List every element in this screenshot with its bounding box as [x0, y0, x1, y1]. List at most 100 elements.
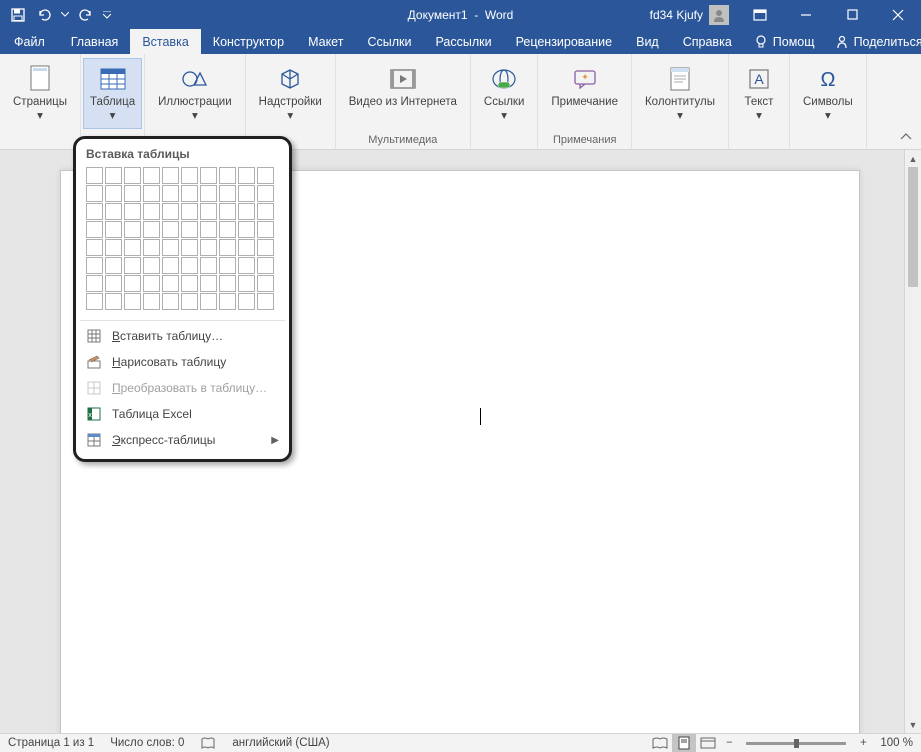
grid-cell[interactable] — [238, 167, 255, 184]
grid-cell[interactable] — [143, 293, 160, 310]
grid-cell[interactable] — [105, 203, 122, 220]
vertical-scrollbar[interactable]: ▲ ▼ — [904, 150, 921, 733]
language-status[interactable]: английский (США) — [224, 734, 337, 752]
tab-review[interactable]: Рецензирование — [504, 29, 625, 54]
grid-cell[interactable] — [86, 275, 103, 292]
tell-me[interactable]: Помощ — [744, 29, 825, 54]
grid-cell[interactable] — [238, 293, 255, 310]
tab-file[interactable]: Файл — [0, 29, 59, 54]
symbols-button[interactable]: Ω Символы▾ — [796, 58, 860, 129]
grid-cell[interactable] — [200, 203, 217, 220]
save-button[interactable] — [6, 4, 30, 26]
tab-design[interactable]: Конструктор — [201, 29, 296, 54]
scroll-up[interactable]: ▲ — [905, 150, 921, 167]
grid-cell[interactable] — [124, 275, 141, 292]
comment-button[interactable]: ✦ Примечание — [544, 58, 625, 115]
zoom-in[interactable]: + — [854, 737, 872, 749]
grid-cell[interactable] — [105, 275, 122, 292]
grid-cell[interactable] — [257, 185, 274, 202]
grid-cell[interactable] — [238, 275, 255, 292]
spell-check[interactable] — [192, 734, 224, 752]
minimize-button[interactable] — [783, 0, 829, 29]
addins-button[interactable]: Надстройки▾ — [252, 58, 329, 129]
grid-cell[interactable] — [86, 185, 103, 202]
insert-table-item[interactable]: Вставить таблицу… — [76, 323, 289, 349]
maximize-button[interactable] — [829, 0, 875, 29]
grid-cell[interactable] — [219, 239, 236, 256]
word-count[interactable]: Число слов: 0 — [102, 734, 192, 752]
page-status[interactable]: Страница 1 из 1 — [0, 734, 102, 752]
grid-cell[interactable] — [86, 167, 103, 184]
grid-cell[interactable] — [124, 203, 141, 220]
grid-cell[interactable] — [143, 275, 160, 292]
draw-table-item[interactable]: Нарисовать таблицу — [76, 349, 289, 375]
grid-cell[interactable] — [162, 275, 179, 292]
redo-button[interactable] — [74, 4, 98, 26]
grid-cell[interactable] — [219, 275, 236, 292]
grid-cell[interactable] — [124, 221, 141, 238]
collapse-ribbon-button[interactable] — [897, 129, 915, 145]
scroll-down[interactable]: ▼ — [905, 716, 921, 733]
grid-cell[interactable] — [105, 293, 122, 310]
grid-cell[interactable] — [219, 293, 236, 310]
grid-cell[interactable] — [105, 239, 122, 256]
undo-button[interactable] — [32, 4, 56, 26]
grid-cell[interactable] — [143, 167, 160, 184]
grid-cell[interactable] — [162, 257, 179, 274]
grid-cell[interactable] — [257, 221, 274, 238]
grid-cell[interactable] — [143, 203, 160, 220]
online-video-button[interactable]: Видео из Интернета — [342, 58, 464, 115]
read-mode-view[interactable] — [648, 734, 672, 752]
grid-cell[interactable] — [200, 239, 217, 256]
quick-tables-item[interactable]: Экспресс-таблицы ▶ — [76, 427, 289, 453]
grid-cell[interactable] — [238, 257, 255, 274]
grid-cell[interactable] — [219, 221, 236, 238]
grid-cell[interactable] — [86, 221, 103, 238]
grid-cell[interactable] — [181, 239, 198, 256]
grid-cell[interactable] — [124, 239, 141, 256]
grid-cell[interactable] — [200, 185, 217, 202]
excel-table-item[interactable]: x Таблица Excel — [76, 401, 289, 427]
grid-cell[interactable] — [143, 185, 160, 202]
grid-cell[interactable] — [181, 257, 198, 274]
grid-cell[interactable] — [143, 221, 160, 238]
grid-cell[interactable] — [162, 293, 179, 310]
tab-mailings[interactable]: Рассылки — [423, 29, 503, 54]
grid-cell[interactable] — [219, 257, 236, 274]
illustrations-button[interactable]: Иллюстрации▾ — [151, 58, 239, 129]
links-button[interactable]: Ссылки▾ — [477, 58, 532, 129]
grid-cell[interactable] — [162, 167, 179, 184]
grid-cell[interactable] — [200, 167, 217, 184]
zoom-level[interactable]: 100 % — [872, 734, 921, 752]
grid-cell[interactable] — [162, 239, 179, 256]
close-button[interactable] — [875, 0, 921, 29]
zoom-slider[interactable] — [746, 742, 846, 745]
ribbon-display-options[interactable] — [737, 0, 783, 29]
print-layout-view[interactable] — [672, 734, 696, 752]
pages-button[interactable]: Страницы▾ — [6, 58, 74, 129]
tab-home[interactable]: Главная — [59, 29, 131, 54]
share-button[interactable]: Поделиться — [825, 29, 921, 54]
grid-cell[interactable] — [257, 203, 274, 220]
grid-cell[interactable] — [162, 203, 179, 220]
grid-cell[interactable] — [162, 221, 179, 238]
grid-cell[interactable] — [200, 257, 217, 274]
grid-cell[interactable] — [181, 293, 198, 310]
grid-cell[interactable] — [257, 167, 274, 184]
web-layout-view[interactable] — [696, 734, 720, 752]
table-button[interactable]: Таблица▾ — [83, 58, 142, 129]
undo-dropdown[interactable] — [58, 4, 72, 26]
qat-customize[interactable] — [100, 4, 114, 26]
grid-cell[interactable] — [162, 185, 179, 202]
grid-cell[interactable] — [238, 185, 255, 202]
grid-cell[interactable] — [86, 293, 103, 310]
grid-cell[interactable] — [181, 275, 198, 292]
grid-cell[interactable] — [257, 239, 274, 256]
tab-references[interactable]: Ссылки — [355, 29, 423, 54]
insert-table-grid[interactable] — [76, 167, 289, 318]
grid-cell[interactable] — [181, 185, 198, 202]
tab-layout[interactable]: Макет — [296, 29, 355, 54]
grid-cell[interactable] — [124, 167, 141, 184]
zoom-out[interactable]: − — [720, 737, 738, 749]
headers-button[interactable]: Колонтитулы▾ — [638, 58, 722, 129]
